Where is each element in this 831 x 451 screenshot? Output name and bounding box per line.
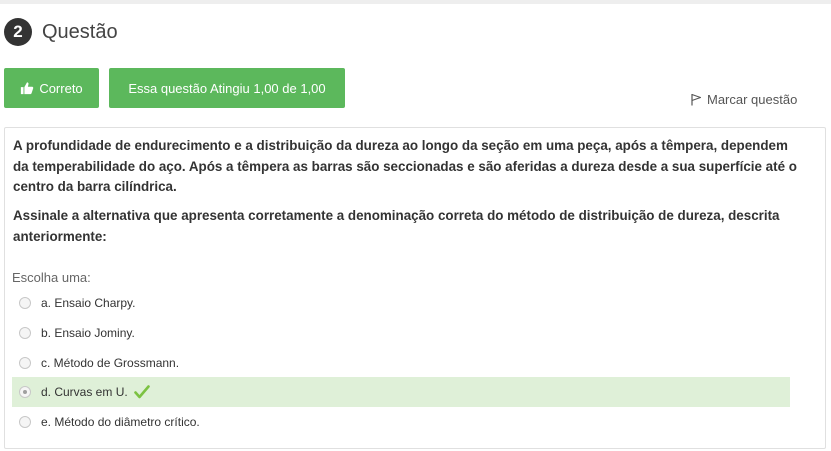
score-label: Essa questão Atingiu 1,00 de 1,00 [128,80,326,96]
radio-button[interactable] [19,327,31,339]
question-prompt: Assinale a alternativa que apresenta cor… [13,208,780,244]
question-number-badge: 2 [4,18,32,46]
correct-label: Correto [39,80,83,96]
answer-option-a[interactable]: a. Ensaio Charpy. [12,288,790,318]
question-text: A profundidade de endurecimento e a dist… [13,138,797,194]
question-title: Questão [42,20,118,43]
flag-question-label[interactable]: Marcar questão [707,92,797,107]
answer-option-c[interactable]: c. Método de Grossmann. [12,348,790,378]
option-label: b. Ensaio Jominy. [41,326,135,340]
question-card: A profundidade de endurecimento e a dist… [4,127,826,449]
correct-status-badge: Correto [4,68,99,108]
answer-option-e[interactable]: e. Método do diâmetro crítico. [12,407,790,437]
answer-option-b[interactable]: b. Ensaio Jominy. [12,318,790,348]
radio-button[interactable] [19,416,31,428]
top-bar [0,0,831,4]
check-icon [133,385,150,399]
option-label: c. Método de Grossmann. [41,356,180,370]
radio-button-checked[interactable] [19,386,31,398]
radio-button[interactable] [19,297,31,309]
flag-question-link[interactable]: Marcar questão [690,92,797,107]
flag-icon [691,93,702,106]
option-label: e. Método do diâmetro crítico. [41,415,200,429]
option-label: a. Ensaio Charpy. [41,296,136,310]
thumbs-up-icon [21,82,34,95]
question-header: 2 Questão [4,18,118,46]
radio-button[interactable] [19,357,31,369]
option-label: d. Curvas em U. [41,385,128,399]
choose-label: Escolha uma: [12,270,91,285]
answer-option-d[interactable]: d. Curvas em U. [12,377,790,407]
score-badge: Essa questão Atingiu 1,00 de 1,00 [109,68,345,108]
